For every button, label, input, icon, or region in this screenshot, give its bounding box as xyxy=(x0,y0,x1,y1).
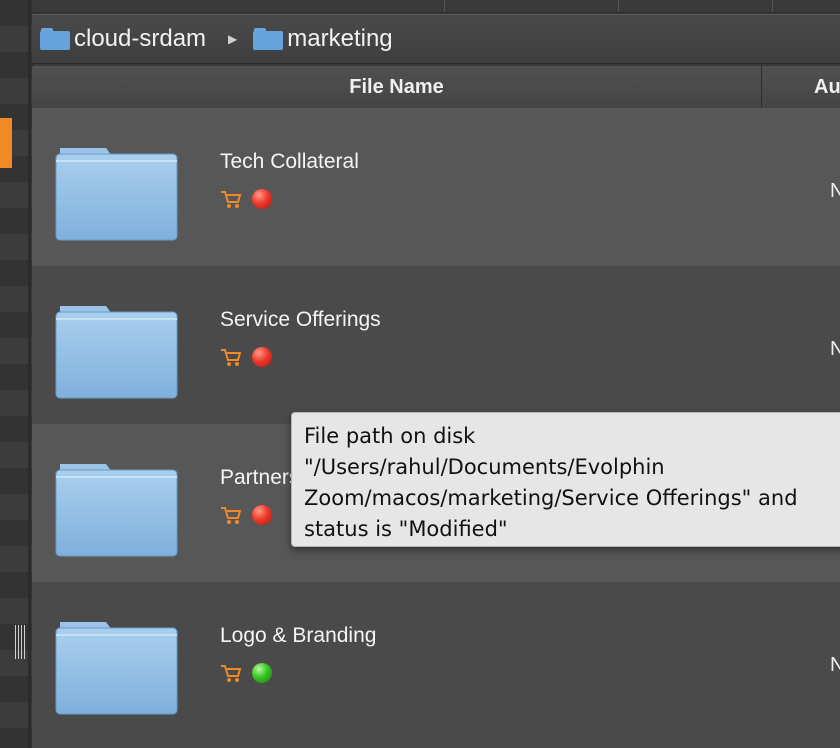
breadcrumb-label: cloud-srdam xyxy=(74,25,207,52)
tooltip-line: File path on disk xyxy=(304,424,476,448)
folder-icon xyxy=(55,148,178,241)
top-strip-divider xyxy=(444,0,445,12)
column-header: File Name Au xyxy=(32,66,840,109)
rail-divider xyxy=(28,0,31,748)
file-row[interactable]: Logo & Branding N xyxy=(32,582,840,748)
left-rail xyxy=(0,0,33,748)
breadcrumb-label: marketing xyxy=(287,25,393,52)
status-icons xyxy=(220,346,272,368)
tooltip-line: status is "Modified" xyxy=(304,517,508,541)
folder-icon xyxy=(253,28,284,50)
tooltip-line: "/Users/rahul/Documents/Evolphin xyxy=(304,455,665,479)
top-strip-divider xyxy=(618,0,619,12)
status-modified-icon xyxy=(252,189,272,209)
folder-icon xyxy=(55,622,178,715)
tooltip-line: Zoom/macos/marketing/Service Offerings" … xyxy=(304,486,798,510)
cart-icon[interactable] xyxy=(220,188,242,210)
file-name[interactable]: Tech Collateral xyxy=(220,150,359,174)
cell-partial: N xyxy=(830,654,840,676)
column-header-partial[interactable]: Au xyxy=(814,66,840,108)
status-icons xyxy=(220,504,272,526)
folder-icon xyxy=(55,306,178,399)
status-modified-icon xyxy=(252,505,272,525)
status-icons xyxy=(220,662,272,684)
resize-grip[interactable] xyxy=(15,625,25,659)
breadcrumb-item-cloud-srdam[interactable]: cloud-srdam xyxy=(40,25,206,53)
folder-icon xyxy=(55,464,178,557)
status-modified-icon xyxy=(252,347,272,367)
triangle-right-icon: ▶ xyxy=(228,32,238,46)
tooltip: File path on disk "/Users/rahul/Document… xyxy=(291,412,840,547)
cart-icon[interactable] xyxy=(220,346,242,368)
file-row[interactable]: Service Offerings N xyxy=(32,266,840,424)
cell-partial: N xyxy=(830,338,840,360)
cart-icon[interactable] xyxy=(220,662,242,684)
status-ok-icon xyxy=(252,663,272,683)
cell-partial: N xyxy=(830,180,840,202)
file-row[interactable]: Tech Collateral N xyxy=(32,108,840,266)
top-strip-divider xyxy=(772,0,773,12)
cart-icon[interactable] xyxy=(220,504,242,526)
folder-icon xyxy=(40,28,70,50)
file-name[interactable]: Logo & Branding xyxy=(220,624,376,648)
file-name[interactable]: Service Offerings xyxy=(220,308,381,332)
top-strip xyxy=(32,0,840,13)
file-name[interactable]: Partners xyxy=(220,466,299,490)
column-header-file-name[interactable]: File Name xyxy=(32,66,762,108)
status-icons xyxy=(220,188,272,210)
breadcrumb: cloud-srdam ▶ marketing xyxy=(32,14,840,64)
rail-accent xyxy=(0,118,12,168)
breadcrumb-item-marketing[interactable]: marketing xyxy=(253,25,393,53)
